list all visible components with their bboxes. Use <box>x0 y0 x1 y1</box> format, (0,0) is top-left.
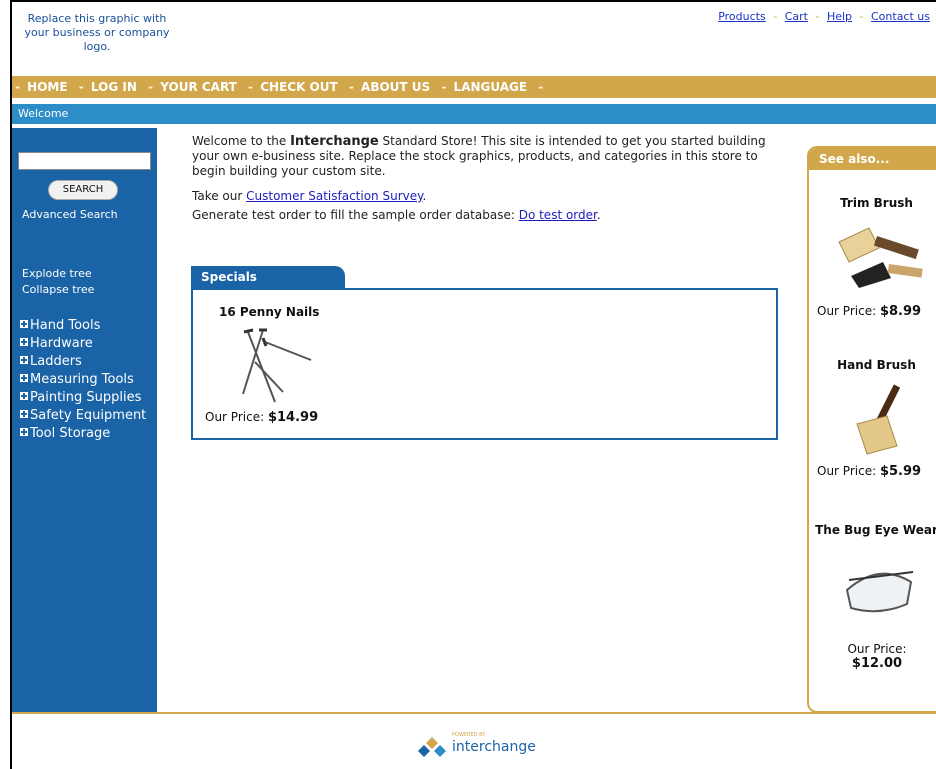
category-list: Hand Tools Hardware Ladders Measuring To… <box>20 318 155 444</box>
top-link-cart[interactable]: Cart <box>785 10 808 23</box>
see-also-item-name[interactable]: Trim Brush <box>809 196 936 210</box>
survey-link[interactable]: Customer Satisfaction Survey <box>246 189 422 203</box>
nav-separator: - <box>348 80 354 94</box>
test-order-text: Generate test order to fill the sample o… <box>192 208 519 222</box>
expand-plus-icon[interactable] <box>20 410 28 418</box>
nav-separator: - <box>441 80 447 94</box>
category-label: Safety Equipment <box>30 408 147 423</box>
product-price: Our Price: $14.99 <box>205 410 318 425</box>
top-link-help[interactable]: Help <box>827 10 852 23</box>
nav-separator: - <box>78 80 84 94</box>
collapse-tree-link[interactable]: Collapse tree <box>22 282 94 298</box>
price-value: $12.00 <box>851 656 903 671</box>
main-content: Welcome to the Interchange Standard Stor… <box>192 134 782 233</box>
category-label: Measuring Tools <box>30 372 134 387</box>
test-order-text: . <box>596 208 601 222</box>
price-value: $5.99 <box>879 464 922 479</box>
test-order-link[interactable]: Do test order <box>519 208 597 222</box>
price-label: Our Price: <box>817 304 877 318</box>
footer-brand[interactable]: interchange <box>452 739 536 755</box>
specials-header: Specials <box>191 266 345 288</box>
powered-by-text: POWERED BY <box>452 732 486 738</box>
category-safety-equipment[interactable]: Safety Equipment <box>20 408 155 423</box>
category-label: Hand Tools <box>30 318 101 333</box>
top-link-separator: - <box>859 10 864 23</box>
category-ladders[interactable]: Ladders <box>20 354 155 369</box>
category-measuring-tools[interactable]: Measuring Tools <box>20 372 155 387</box>
specials-box: 16 Penny Nails Our Price: $14.99 <box>191 288 778 440</box>
main-navbar: - HOME - LOG IN - YOUR CART - CHECK OUT … <box>12 76 936 98</box>
expand-plus-icon[interactable] <box>20 392 28 400</box>
bug-eye-wear-image[interactable] <box>839 560 919 620</box>
category-hardware[interactable]: Hardware <box>20 336 155 351</box>
welcome-text: Welcome <box>18 107 69 120</box>
see-also-price: Our Price: $5.99 <box>817 464 921 479</box>
frame-top <box>10 0 936 2</box>
search-button[interactable]: SEARCH <box>48 180 118 200</box>
search-input[interactable] <box>18 152 151 170</box>
nails-image[interactable] <box>233 322 313 407</box>
see-also-price: Our Price: $12.00 <box>817 642 936 671</box>
tree-controls: Explode tree Collapse tree <box>22 266 94 298</box>
advanced-search-link[interactable]: Advanced Search <box>22 208 118 221</box>
trim-brush-image[interactable] <box>831 218 931 288</box>
price-label: Our Price: <box>817 464 877 478</box>
test-order-paragraph: Generate test order to fill the sample o… <box>192 208 782 223</box>
nav-about-us[interactable]: ABOUT US <box>361 80 430 94</box>
price-value: $14.99 <box>267 410 319 425</box>
expand-plus-icon[interactable] <box>20 338 28 346</box>
category-label: Hardware <box>30 336 93 351</box>
nav-language[interactable]: LANGUAGE <box>454 80 528 94</box>
nav-your-cart[interactable]: YOUR CART <box>160 80 237 94</box>
see-also-item-name[interactable]: Hand Brush <box>809 358 936 372</box>
nav-separator: - <box>538 80 544 94</box>
category-hand-tools[interactable]: Hand Tools <box>20 318 155 333</box>
nav-login[interactable]: LOG IN <box>91 80 137 94</box>
top-link-separator: - <box>815 10 820 23</box>
category-tool-storage[interactable]: Tool Storage <box>20 426 155 441</box>
see-also-price: Our Price: $8.99 <box>817 304 921 319</box>
footer-divider <box>12 712 936 714</box>
welcome-bar: Welcome <box>12 104 936 124</box>
top-link-contact[interactable]: Contact us <box>871 10 930 23</box>
category-label: Ladders <box>30 354 82 369</box>
product-name-link[interactable]: 16 Penny Nails <box>219 305 319 319</box>
survey-text: . <box>422 189 427 203</box>
expand-plus-icon[interactable] <box>20 374 28 382</box>
category-label: Tool Storage <box>30 426 111 441</box>
nav-separator: - <box>248 80 254 94</box>
see-also-panel: See also... Trim Brush Our Price: $8.99 … <box>807 146 936 713</box>
intro-text: Welcome to the <box>192 134 291 148</box>
price-label: Our Price: <box>205 410 265 424</box>
sidebar: SEARCH Advanced Search Explode tree Coll… <box>12 128 157 713</box>
explode-tree-link[interactable]: Explode tree <box>22 266 94 282</box>
expand-plus-icon[interactable] <box>20 356 28 364</box>
category-label: Painting Supplies <box>30 390 142 405</box>
expand-plus-icon[interactable] <box>20 320 28 328</box>
interchange-logo-icon <box>418 737 446 757</box>
price-value: $8.99 <box>879 304 922 319</box>
logo-placeholder[interactable]: Replace this graphic with your business … <box>22 12 172 54</box>
nav-separator: - <box>148 80 154 94</box>
nav-separator: - <box>15 80 20 94</box>
top-link-separator: - <box>773 10 778 23</box>
top-link-products[interactable]: Products <box>718 10 766 23</box>
nav-checkout[interactable]: CHECK OUT <box>260 80 337 94</box>
see-also-header: See also... <box>809 148 936 170</box>
price-label: Our Price: <box>847 642 907 656</box>
survey-paragraph: Take our Customer Satisfaction Survey. <box>192 189 782 204</box>
see-also-item-name[interactable]: The Bug Eye Wear <box>809 522 936 538</box>
top-links: Products - Cart - Help - Contact us <box>718 10 930 23</box>
hand-brush-image[interactable] <box>839 380 919 460</box>
brand-name: Interchange <box>290 134 379 149</box>
intro-paragraph: Welcome to the Interchange Standard Stor… <box>192 134 782 179</box>
survey-text: Take our <box>192 189 247 203</box>
nav-home[interactable]: HOME <box>27 80 67 94</box>
expand-plus-icon[interactable] <box>20 428 28 436</box>
category-painting-supplies[interactable]: Painting Supplies <box>20 390 155 405</box>
